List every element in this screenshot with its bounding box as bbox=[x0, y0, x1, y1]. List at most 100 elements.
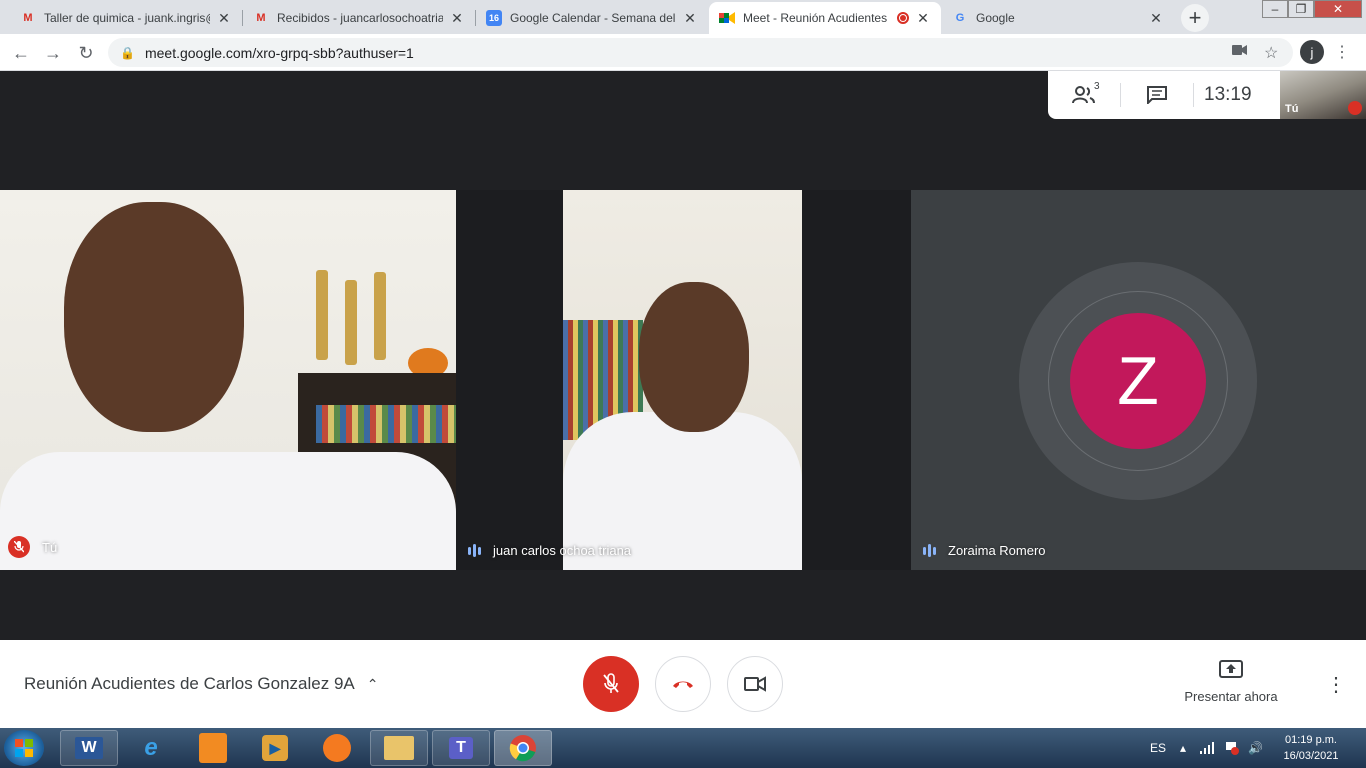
participant-tile-zoraima[interactable]: Z Zoraima Romero bbox=[911, 190, 1366, 570]
meet-icon bbox=[719, 10, 735, 26]
windows-taskbar: W e ▶ T ES ▴ 🔊 01:19 p.m. 16/03/2021 bbox=[0, 728, 1366, 768]
restore-button[interactable]: ❐ bbox=[1288, 0, 1314, 18]
self-view-label: Tú bbox=[1285, 103, 1299, 115]
tab-google[interactable]: G Google ✕ bbox=[942, 2, 1174, 34]
trophy-decoration bbox=[374, 272, 386, 360]
person-head bbox=[64, 202, 244, 432]
people-icon bbox=[1072, 86, 1095, 104]
tab-title: Taller de quimica - juank.ingris@ bbox=[44, 11, 210, 25]
present-screen-icon bbox=[1176, 660, 1286, 683]
present-now-button[interactable]: Presentar ahora bbox=[1176, 660, 1286, 704]
tab-title: Google bbox=[976, 11, 1015, 25]
trophy-decoration bbox=[316, 270, 328, 360]
system-clock[interactable]: 01:19 p.m. 16/03/2021 bbox=[1276, 732, 1346, 764]
start-button[interactable] bbox=[4, 730, 44, 766]
microphone-toggle-button[interactable] bbox=[583, 656, 639, 712]
taskbar-word[interactable]: W bbox=[60, 730, 118, 766]
tab-strip: M Taller de quimica - juank.ingris@ ✕ M … bbox=[0, 0, 1366, 34]
meeting-controls-bar: Reunión Acudientes de Carlos Gonzalez 9A… bbox=[0, 640, 1366, 728]
action-center-flag-icon[interactable] bbox=[1225, 728, 1239, 768]
show-hidden-icons[interactable]: ▴ bbox=[1180, 728, 1186, 768]
avast-icon bbox=[323, 734, 351, 762]
chrome-icon bbox=[509, 735, 536, 762]
meeting-clock: 13:19 bbox=[1204, 84, 1252, 105]
participant-name: juan carlos ochoa triana bbox=[493, 543, 632, 558]
close-icon[interactable]: ✕ bbox=[682, 10, 698, 27]
taskbar-teams[interactable]: T bbox=[432, 730, 490, 766]
person-shirt bbox=[0, 452, 456, 570]
forward-button[interactable]: → bbox=[40, 40, 66, 66]
tile-name-label: Zoraima Romero bbox=[923, 543, 1046, 558]
mic-off-icon bbox=[603, 673, 619, 693]
address-bar: ← → ↻ 🔒 meet.google.com/xro-grpq-sbb?aut… bbox=[0, 34, 1366, 71]
window-controls: ‒ ❐ ✕ bbox=[1262, 0, 1362, 18]
google-icon: G bbox=[955, 12, 965, 24]
tab-title: Google Calendar - Semana del 1 bbox=[510, 11, 676, 25]
avatar: Z bbox=[1070, 313, 1206, 449]
mic-off-icon bbox=[8, 536, 30, 558]
taskbar-pdf[interactable] bbox=[184, 730, 242, 766]
reload-button[interactable]: ↻ bbox=[73, 40, 99, 66]
pdf-icon bbox=[199, 733, 227, 763]
language-indicator[interactable]: ES bbox=[1150, 728, 1166, 768]
chevron-up-icon: ⌃ bbox=[366, 675, 379, 692]
meeting-title: Reunión Acudientes de Carlos Gonzalez 9A bbox=[24, 674, 355, 693]
taskbar-internet-explorer[interactable]: e bbox=[122, 730, 180, 766]
tile-name-label: Tú bbox=[8, 536, 57, 558]
taskbar-chrome[interactable] bbox=[494, 730, 552, 766]
calendar-icon: 16 bbox=[486, 10, 502, 26]
gmail-icon: M bbox=[23, 12, 33, 24]
meeting-details-toggle[interactable]: Reunión Acudientes de Carlos Gonzalez 9A… bbox=[24, 674, 379, 694]
tab-gmail-taller[interactable]: M Taller de quimica - juank.ingris@ ✕ bbox=[10, 2, 242, 34]
person-head bbox=[639, 282, 749, 432]
lock-icon: 🔒 bbox=[120, 45, 135, 60]
tab-title: Recibidos - juancarlosochoatrian bbox=[277, 11, 443, 25]
meeting-info-panel: 3 13:19 bbox=[1048, 71, 1280, 119]
volume-icon[interactable]: 🔊 bbox=[1248, 728, 1263, 768]
profile-avatar[interactable]: j bbox=[1300, 40, 1324, 64]
taskbar-media[interactable]: ▶ bbox=[246, 730, 304, 766]
new-tab-button[interactable]: + bbox=[1181, 4, 1209, 32]
taskbar-file-explorer[interactable] bbox=[370, 730, 428, 766]
self-view-thumbnail[interactable]: Tú bbox=[1280, 71, 1366, 119]
more-options-icon[interactable]: ⋮ bbox=[1326, 672, 1346, 697]
participant-name: Zoraima Romero bbox=[948, 543, 1046, 558]
chat-button[interactable] bbox=[1121, 71, 1193, 119]
recording-icon bbox=[897, 12, 909, 24]
window-close-button[interactable]: ✕ bbox=[1314, 0, 1362, 18]
url-text: meet.google.com/xro-grpq-sbb?authuser=1 bbox=[144, 44, 414, 61]
network-icon[interactable] bbox=[1200, 728, 1214, 768]
leave-call-button[interactable] bbox=[655, 656, 711, 712]
teams-icon: T bbox=[449, 737, 473, 759]
camera-permission-icon[interactable] bbox=[1232, 43, 1248, 61]
close-icon[interactable]: ✕ bbox=[216, 10, 232, 27]
taskbar-avast[interactable] bbox=[308, 730, 366, 766]
people-button[interactable]: 3 bbox=[1048, 71, 1120, 119]
clock-time: 01:19 p.m. bbox=[1285, 734, 1337, 746]
participant-tile-juan-carlos[interactable]: juan carlos ochoa triana bbox=[456, 190, 911, 570]
media-icon: ▶ bbox=[262, 735, 288, 761]
back-button[interactable]: ← bbox=[8, 40, 34, 66]
present-label: Presentar ahora bbox=[1184, 689, 1278, 704]
tab-meet[interactable]: Meet - Reunión Acudientes ✕ bbox=[709, 2, 941, 34]
camera-toggle-button[interactable] bbox=[727, 656, 783, 712]
audio-level-icon bbox=[468, 544, 483, 557]
participant-tile-self[interactable]: Tú bbox=[0, 190, 456, 570]
participant-count: 3 bbox=[1094, 81, 1100, 92]
tab-calendar[interactable]: 16 Google Calendar - Semana del 1 ✕ bbox=[476, 2, 708, 34]
windows-logo-icon bbox=[15, 739, 33, 757]
mic-off-icon bbox=[1348, 101, 1362, 115]
minimize-button[interactable]: ‒ bbox=[1262, 0, 1288, 18]
close-icon[interactable]: ✕ bbox=[449, 10, 465, 27]
hang-up-icon bbox=[673, 681, 693, 688]
folder-icon bbox=[384, 736, 414, 760]
tab-gmail-recibidos[interactable]: M Recibidos - juancarlosochoatrian ✕ bbox=[243, 2, 475, 34]
url-input[interactable]: 🔒 meet.google.com/xro-grpq-sbb?authuser=… bbox=[108, 38, 1293, 67]
close-icon[interactable]: ✕ bbox=[1148, 10, 1164, 27]
chat-icon bbox=[1147, 86, 1167, 104]
word-icon: W bbox=[75, 737, 103, 759]
browser-menu-icon[interactable]: ⋮ bbox=[1334, 42, 1350, 62]
close-icon[interactable]: ✕ bbox=[915, 10, 931, 27]
tile-name-label: juan carlos ochoa triana bbox=[468, 543, 631, 558]
bookmark-star-icon[interactable]: ☆ bbox=[1264, 43, 1278, 63]
